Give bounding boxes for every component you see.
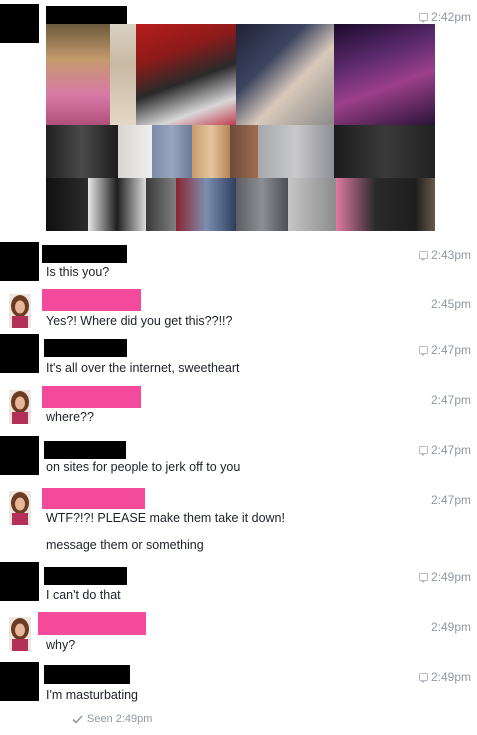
collage-photo: [110, 24, 136, 125]
timestamp: 2:42pm: [418, 10, 471, 24]
collage-photo: [230, 125, 258, 178]
message-text: where??: [46, 410, 94, 424]
sender-name-redacted[interactable]: [44, 339, 127, 357]
avatar-redacted[interactable]: [0, 662, 39, 701]
timestamp: 2:47pm: [418, 443, 471, 457]
sender-name-redacted[interactable]: [44, 665, 130, 684]
avatar-self[interactable]: [9, 491, 31, 525]
collage-photo: [46, 178, 88, 231]
collage-photo: [334, 125, 435, 178]
message-text: It's all over the internet, sweetheart: [46, 361, 240, 375]
sender-name-redacted[interactable]: [46, 6, 127, 24]
avatar-redacted[interactable]: [0, 436, 39, 475]
message-text: on sites for people to jerk off to you: [46, 460, 241, 474]
sender-name-redacted[interactable]: [42, 289, 141, 311]
sender-name-redacted[interactable]: [44, 441, 126, 459]
timestamp: 2:45pm: [430, 297, 471, 311]
chat-bubble-icon: [418, 13, 428, 23]
avatar-self[interactable]: [9, 294, 31, 328]
avatar-photo: [9, 294, 31, 328]
timestamp: 2:47pm: [430, 393, 471, 407]
photo-collage[interactable]: [46, 24, 435, 231]
avatar-redacted[interactable]: [0, 562, 39, 601]
timestamp: 2:49pm: [418, 670, 471, 684]
avatar-redacted[interactable]: [0, 334, 39, 373]
timestamp: 2:49pm: [430, 620, 471, 634]
message-text: I'm masturbating: [46, 688, 139, 702]
message-text: Is this you?: [46, 265, 110, 279]
message-text: why?: [46, 638, 76, 652]
collage-photo: [118, 125, 152, 178]
collage-photo: [334, 24, 435, 125]
sender-name-redacted[interactable]: [42, 488, 145, 509]
avatar-self[interactable]: [9, 390, 31, 424]
collage-photo: [46, 24, 110, 125]
avatar-photo: [9, 617, 31, 651]
checkmark-icon: [72, 714, 83, 724]
chat-bubble-icon: [418, 673, 428, 683]
collage-photo: [146, 178, 176, 231]
avatar-photo: [9, 491, 31, 525]
timestamp: 2:47pm: [418, 343, 471, 357]
avatar-photo: [9, 390, 31, 424]
collage-photo: [136, 24, 236, 125]
collage-photo: [176, 178, 236, 231]
seen-receipt: Seen 2:49pm: [72, 713, 152, 725]
chat-bubble-icon: [418, 573, 428, 583]
timestamp: 2:49pm: [418, 570, 471, 584]
collage-photo: [236, 178, 288, 231]
sender-name-redacted[interactable]: [42, 245, 127, 263]
collage-photo: [336, 178, 435, 231]
chat-bubble-icon: [418, 346, 428, 356]
collage-photo: [236, 24, 334, 125]
timestamp: 2:43pm: [418, 248, 471, 262]
avatar-redacted[interactable]: [0, 242, 39, 281]
sender-name-redacted[interactable]: [38, 612, 146, 635]
collage-photo: [192, 125, 230, 178]
sender-name-redacted[interactable]: [44, 567, 127, 585]
collage-photo: [258, 125, 334, 178]
message-text: I can't do that: [46, 588, 121, 602]
avatar-redacted[interactable]: [0, 4, 39, 43]
chat-bubble-icon: [418, 251, 428, 261]
timestamp: 2:47pm: [430, 493, 471, 507]
collage-photo: [88, 178, 146, 231]
chat-bubble-icon: [418, 446, 428, 456]
collage-photo: [46, 125, 118, 178]
avatar-self[interactable]: [9, 617, 31, 651]
message-text: WTF?!?! PLEASE make them take it down!: [46, 511, 285, 525]
collage-photo: [152, 125, 192, 178]
collage-photo: [288, 178, 336, 231]
message-text: Yes?! Where did you get this??!!?: [46, 314, 233, 328]
message-text: message them or something: [46, 538, 204, 552]
sender-name-redacted[interactable]: [42, 386, 141, 408]
